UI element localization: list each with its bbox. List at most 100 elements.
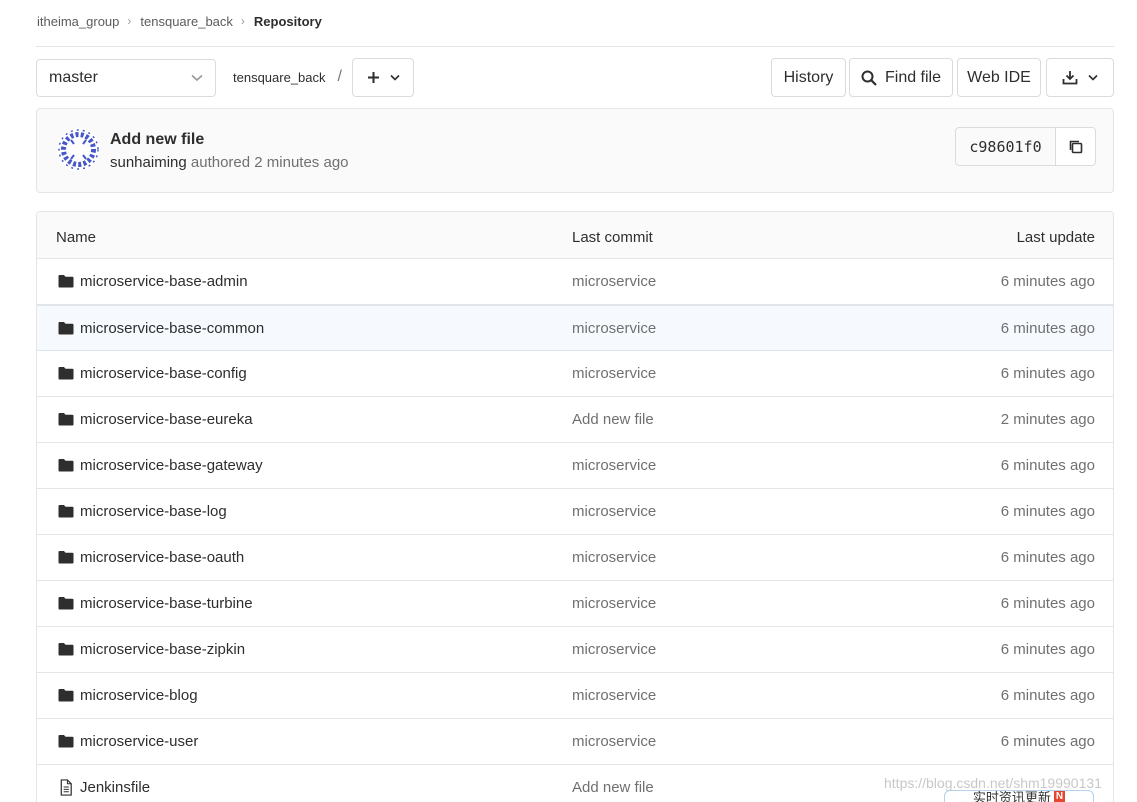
table-row[interactable]: microservice-blog microservice 6 minutes a… xyxy=(37,673,1113,719)
folder-icon xyxy=(58,643,74,656)
branch-select-value: master xyxy=(49,69,98,86)
row-commit-link[interactable]: microservice xyxy=(572,687,656,704)
row-name-link[interactable]: microservice-base-common xyxy=(80,320,264,337)
copy-icon xyxy=(1069,140,1082,153)
folder-icon xyxy=(58,551,74,564)
breadcrumb-project-link[interactable]: tensquare_back xyxy=(140,14,233,29)
folder-icon xyxy=(58,689,74,702)
table-body: microservice-base-admin microservice 6 min… xyxy=(37,259,1113,802)
avatar[interactable] xyxy=(57,128,100,171)
row-name-link[interactable]: microservice-base-gateway xyxy=(80,457,263,474)
row-updated: 6 minutes ago xyxy=(1000,503,1095,520)
row-updated: 6 minutes ago xyxy=(1000,549,1095,566)
table-row[interactable]: microservice-base-common microservice 6 mi… xyxy=(37,305,1113,351)
commit-author[interactable]: sunhaiming xyxy=(110,154,187,171)
history-button[interactable]: History xyxy=(771,58,846,97)
row-name-link[interactable]: Jenkinsfile xyxy=(80,779,150,796)
table-row[interactable]: microservice-base-gateway microservice 6 m… xyxy=(37,443,1113,489)
breadcrumb-group-link[interactable]: itheima_group xyxy=(37,14,119,29)
search-icon xyxy=(861,70,877,86)
chevron-down-icon xyxy=(389,74,400,81)
folder-icon xyxy=(58,367,74,380)
table-row[interactable]: microservice-base-config microservice 6 mi… xyxy=(37,351,1113,397)
column-header-name: Name xyxy=(56,229,97,246)
table-row[interactable]: microservice-base-zipkin microservice 6 mi… xyxy=(37,627,1113,673)
row-commit-link[interactable]: microservice xyxy=(572,641,656,658)
breadcrumb: itheima_group › tensquare_back › Reposit… xyxy=(37,11,322,31)
plus-icon xyxy=(367,72,379,83)
commit-sha[interactable]: c98601f0 xyxy=(956,128,1056,165)
table-header: Name Last commit Last update xyxy=(37,212,1113,259)
folder-icon xyxy=(58,505,74,518)
commit-time: authored 2 minutes ago xyxy=(190,154,349,171)
row-commit-link[interactable]: microservice xyxy=(572,549,656,566)
row-commit-link[interactable]: microservice xyxy=(572,273,656,290)
row-name-link[interactable]: microservice-base-oauth xyxy=(80,549,244,566)
row-commit-link[interactable]: microservice xyxy=(572,320,656,337)
row-updated: 6 minutes ago xyxy=(1000,320,1095,337)
row-updated: 6 minutes ago xyxy=(1000,457,1095,474)
news-badge[interactable]: 实时资讯更新 N xyxy=(944,790,1094,802)
last-commit-panel: Add new file sunhaiming authored 2 minut… xyxy=(36,108,1114,193)
file-icon xyxy=(60,779,72,796)
row-updated: 6 minutes ago xyxy=(1000,733,1095,750)
table-row[interactable]: microservice-base-eureka Add new file 2 mi… xyxy=(37,397,1113,443)
table-row[interactable]: microservice-base-log microservice 6 minut… xyxy=(37,489,1113,535)
row-updated: 6 minutes ago xyxy=(1000,641,1095,658)
row-updated: 6 minutes ago xyxy=(1000,595,1095,612)
row-commit-link[interactable]: microservice xyxy=(572,733,656,750)
repo-path: tensquare_back / xyxy=(233,68,342,86)
chevron-down-icon xyxy=(1088,74,1098,81)
table-row[interactable]: microservice-base-turbine microservice 6 m… xyxy=(37,581,1113,627)
table-row[interactable]: microservice-base-admin microservice 6 min… xyxy=(37,259,1113,305)
copy-sha-button[interactable] xyxy=(1056,128,1095,165)
folder-icon xyxy=(58,275,74,288)
news-badge-text: 实时资讯更新 xyxy=(972,790,1051,802)
row-updated: 2 minutes ago xyxy=(1000,411,1095,428)
row-name-link[interactable]: microservice-base-turbine xyxy=(80,595,253,612)
download-dropdown-button[interactable] xyxy=(1046,58,1114,97)
download-icon xyxy=(1062,71,1078,85)
row-commit-link[interactable]: microservice xyxy=(572,365,656,382)
row-commit-link[interactable]: microservice xyxy=(572,457,656,474)
news-badge-letter: N xyxy=(1053,791,1066,802)
row-updated: 6 minutes ago xyxy=(1000,273,1095,290)
row-updated: 6 minutes ago xyxy=(1000,687,1095,704)
row-updated: 6 minutes ago xyxy=(1000,365,1095,382)
folder-icon xyxy=(58,322,74,335)
commit-sha-group: c98601f0 xyxy=(955,127,1096,166)
table-row[interactable]: microservice-base-oauth microservice 6 min… xyxy=(37,535,1113,581)
web-ide-button[interactable]: Web IDE xyxy=(957,58,1041,97)
row-name-link[interactable]: microservice-user xyxy=(80,733,198,750)
column-header-last-update: Last update xyxy=(1016,229,1095,246)
row-name-link[interactable]: microservice-base-eureka xyxy=(80,411,253,428)
branch-select[interactable]: master xyxy=(36,59,216,97)
divider xyxy=(36,46,1114,47)
breadcrumb-current[interactable]: Repository xyxy=(254,14,322,29)
path-root-link[interactable]: tensquare_back xyxy=(233,70,326,85)
row-name-link[interactable]: microservice-blog xyxy=(80,687,198,704)
commit-meta: sunhaiming authored 2 minutes ago xyxy=(110,154,349,171)
row-name-link[interactable]: microservice-base-log xyxy=(80,503,227,520)
row-name-link[interactable]: microservice-base-zipkin xyxy=(80,641,245,658)
column-header-last-commit: Last commit xyxy=(572,229,653,246)
row-name-link[interactable]: microservice-base-admin xyxy=(80,273,248,290)
folder-icon xyxy=(58,597,74,610)
row-commit-link[interactable]: Add new file xyxy=(572,779,654,796)
add-dropdown-button[interactable] xyxy=(352,58,414,97)
watermark: https://blog.csdn.net/shm19990131 xyxy=(884,775,1102,791)
row-name-link[interactable]: microservice-base-config xyxy=(80,365,247,382)
row-commit-link[interactable]: microservice xyxy=(572,595,656,612)
folder-icon xyxy=(58,459,74,472)
commit-title[interactable]: Add new file xyxy=(110,131,204,149)
find-file-button[interactable]: Find file xyxy=(849,58,953,97)
file-tree-table: Name Last commit Last update microservic… xyxy=(36,211,1114,802)
chevron-right-icon: › xyxy=(240,14,245,28)
table-row[interactable]: microservice-user microservice 6 minutes a… xyxy=(37,719,1113,765)
find-file-label: Find file xyxy=(884,68,942,86)
chevron-right-icon: › xyxy=(127,14,132,28)
folder-icon xyxy=(58,413,74,426)
row-commit-link[interactable]: microservice xyxy=(572,503,656,520)
row-commit-link[interactable]: Add new file xyxy=(572,411,654,428)
chevron-down-icon xyxy=(191,74,203,82)
